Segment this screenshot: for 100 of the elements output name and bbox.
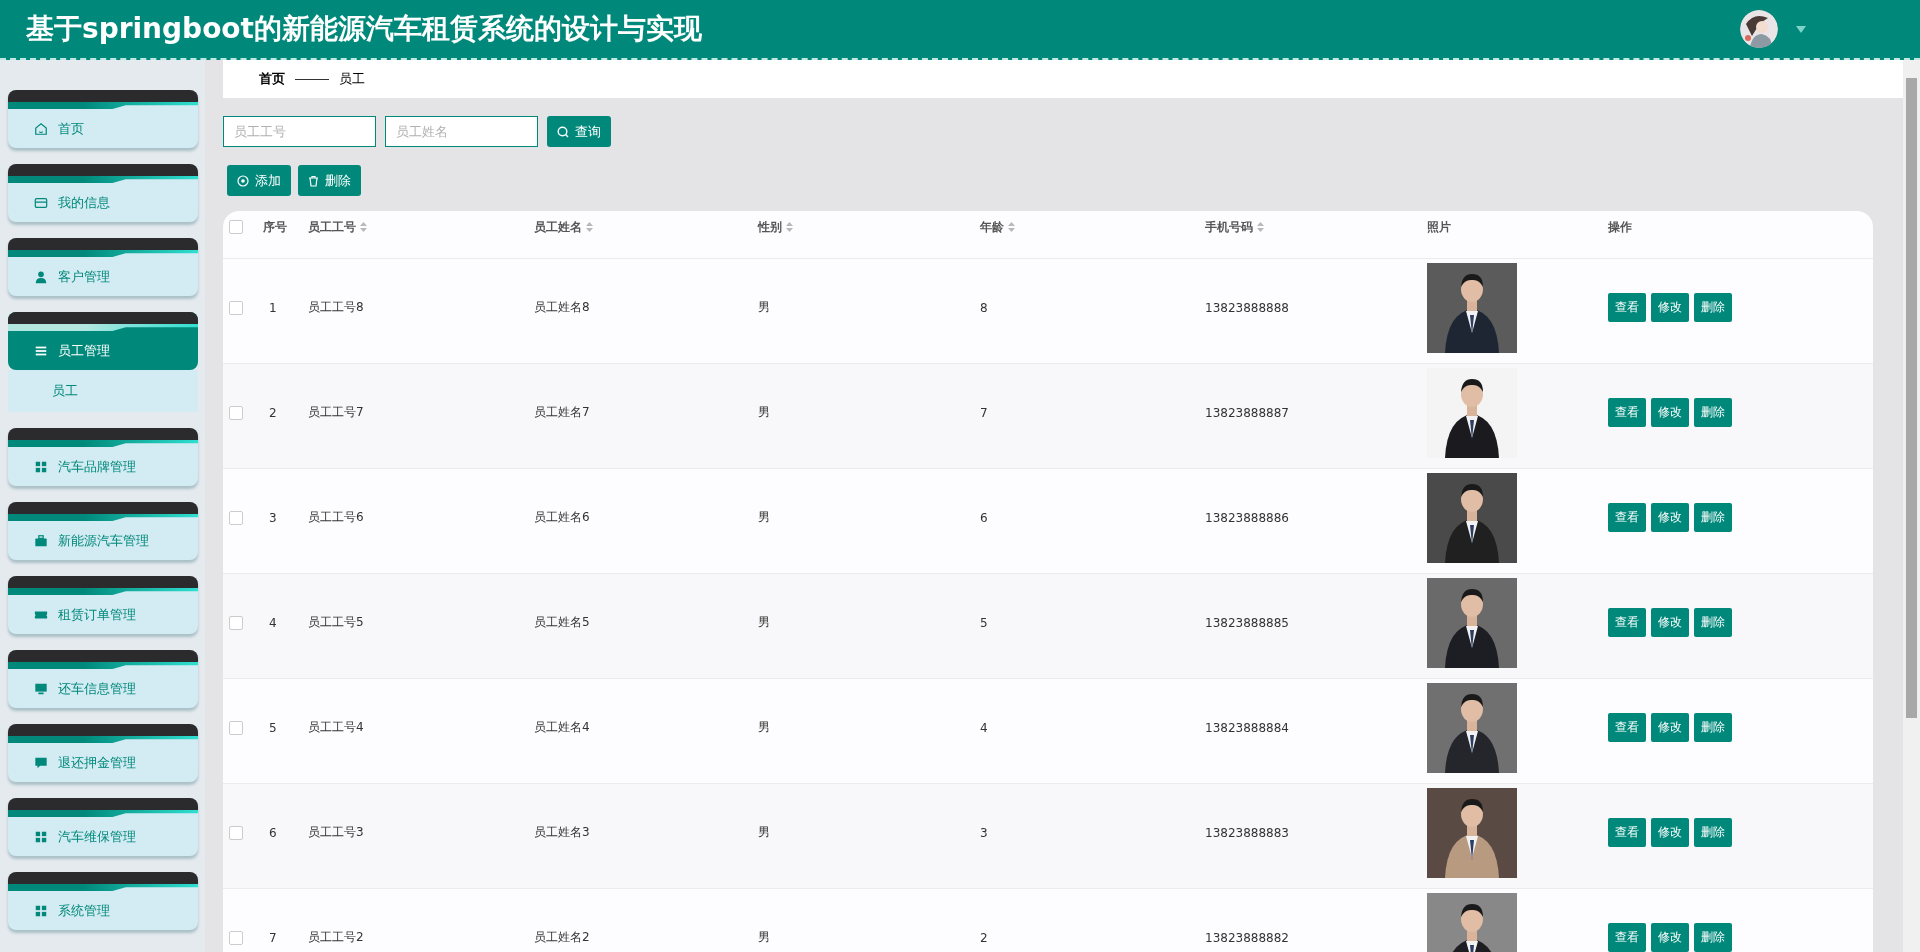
sidebar-item[interactable]: 我的信息 <box>8 164 198 222</box>
table-cell: 13823888884 <box>1205 720 1289 735</box>
column-header[interactable]: 员工姓名 <box>534 218 593 236</box>
table-cell-text: 7 <box>268 930 277 945</box>
delete-button[interactable]: 删除 <box>1694 923 1732 952</box>
table-cell-text: 2 <box>268 405 277 420</box>
edit-button[interactable]: 修改 <box>1651 608 1689 637</box>
sidebar-subitem[interactable]: 员工 <box>8 370 198 412</box>
table-cell: 员工工号4 <box>308 720 364 734</box>
trash-icon <box>308 174 319 187</box>
table-cell: 员工工号5 <box>308 615 364 629</box>
table-cell: 13823888887 <box>1205 405 1289 420</box>
table-cell: 5 <box>980 615 988 630</box>
column-header: 操作 <box>1608 218 1632 236</box>
caret-icon[interactable] <box>1796 25 1806 33</box>
view-button[interactable]: 查看 <box>1608 608 1646 637</box>
table-cell-text: 5 <box>268 720 277 735</box>
home-icon <box>34 121 48 136</box>
monitor-icon <box>34 681 48 696</box>
view-button[interactable]: 查看 <box>1608 818 1646 847</box>
table-cell-text: 6 <box>268 825 277 840</box>
table-cell: 6 <box>980 510 988 525</box>
row-checkbox[interactable] <box>229 300 243 315</box>
table-cell: 男 <box>758 615 770 629</box>
table-cell: 员工姓名3 <box>534 825 590 839</box>
sort-icon[interactable] <box>786 222 793 232</box>
grid-icon <box>34 903 48 918</box>
edit-button[interactable]: 修改 <box>1651 923 1689 952</box>
table-cell: 13823888886 <box>1205 510 1289 525</box>
avatar[interactable] <box>1740 10 1778 48</box>
delete-button[interactable]: 删除 <box>1694 503 1732 532</box>
search-field[interactable]: 员工姓名 <box>385 116 538 147</box>
delete-button[interactable]: 删除 <box>1694 398 1732 427</box>
column-header[interactable]: 年龄 <box>980 218 1015 236</box>
row-checkbox[interactable] <box>229 720 243 735</box>
table-cell: 13823888885 <box>1205 615 1289 630</box>
sort-icon[interactable] <box>360 222 367 232</box>
table-cell-text: 1 <box>268 300 277 315</box>
table-cell: 4 <box>980 720 988 735</box>
sidebar-item[interactable]: 汽车维保管理 <box>8 798 198 856</box>
table-cell: 13823888883 <box>1205 825 1289 840</box>
chat-icon <box>34 755 48 770</box>
search-field[interactable]: 员工工号 <box>223 116 376 147</box>
sort-icon[interactable] <box>1008 222 1015 232</box>
edit-button[interactable]: 修改 <box>1651 818 1689 847</box>
edit-button[interactable]: 修改 <box>1651 713 1689 742</box>
view-button[interactable]: 查看 <box>1608 293 1646 322</box>
briefcase-icon <box>34 533 48 548</box>
table-cell: 男 <box>758 930 770 944</box>
row-checkbox[interactable] <box>229 405 243 420</box>
person-icon <box>34 269 48 284</box>
edit-button[interactable]: 修改 <box>1651 293 1689 322</box>
delete-button[interactable]: 删除 <box>1694 293 1732 322</box>
edit-button[interactable]: 修改 <box>1651 398 1689 427</box>
column-header[interactable]: 性别 <box>758 218 793 236</box>
delete-button[interactable]: 删除 <box>1694 713 1732 742</box>
sidebar-item[interactable]: 退还押金管理 <box>8 724 198 782</box>
table-cell: 员工工号8 <box>308 300 364 314</box>
column-header: 照片 <box>1427 218 1451 236</box>
row-checkbox[interactable] <box>229 825 243 840</box>
table-cell: 男 <box>758 720 770 734</box>
sort-icon[interactable] <box>586 222 593 232</box>
breadcrumb-item[interactable]: 首页 <box>259 70 285 88</box>
add-button[interactable]: 添加 <box>227 165 291 196</box>
row-checkbox[interactable] <box>229 615 243 630</box>
sidebar-item[interactable]: 员工管理 <box>8 312 198 370</box>
sidebar-item[interactable]: 租赁订单管理 <box>8 576 198 634</box>
table-cell: 员工工号7 <box>308 405 364 419</box>
table-cell: 男 <box>758 405 770 419</box>
table-cell: 员工工号3 <box>308 825 364 839</box>
view-button[interactable]: 查看 <box>1608 398 1646 427</box>
edit-button[interactable]: 修改 <box>1651 503 1689 532</box>
app-title: 基于springboot的新能源汽车租赁系统的设计与实现 <box>26 11 703 47</box>
sidebar-item[interactable]: 客户管理 <box>8 238 198 296</box>
select-all-checkbox[interactable] <box>229 220 243 234</box>
table-cell: 2 <box>980 930 988 945</box>
table-cell: 男 <box>758 510 770 524</box>
sidebar-item[interactable]: 首页 <box>8 90 198 148</box>
sidebar-item[interactable]: 系统管理 <box>8 872 198 930</box>
sidebar-item[interactable]: 汽车品牌管理 <box>8 428 198 486</box>
sort-icon[interactable] <box>1257 222 1264 232</box>
sidebar-item[interactable]: 新能源汽车管理 <box>8 502 198 560</box>
view-button[interactable]: 查看 <box>1608 923 1646 952</box>
grid-icon <box>34 829 48 844</box>
row-checkbox[interactable] <box>229 930 243 945</box>
column-header[interactable]: 手机号码 <box>1205 218 1264 236</box>
search-button[interactable]: 查询 <box>547 116 611 147</box>
scrollbar-thumb[interactable] <box>1906 78 1917 718</box>
delete-button[interactable]: 删除 <box>1694 608 1732 637</box>
table-cell: 员工姓名6 <box>534 510 590 524</box>
table-cell: 3 <box>980 825 988 840</box>
row-checkbox[interactable] <box>229 510 243 525</box>
delete-button[interactable]: 删除 <box>1694 818 1732 847</box>
search-icon <box>557 125 569 138</box>
delete-button[interactable]: 删除 <box>298 165 361 196</box>
view-button[interactable]: 查看 <box>1608 713 1646 742</box>
column-header[interactable]: 员工工号 <box>308 218 367 236</box>
view-button[interactable]: 查看 <box>1608 503 1646 532</box>
sidebar-item[interactable]: 还车信息管理 <box>8 650 198 708</box>
table-cell: 13823888888 <box>1205 300 1289 315</box>
